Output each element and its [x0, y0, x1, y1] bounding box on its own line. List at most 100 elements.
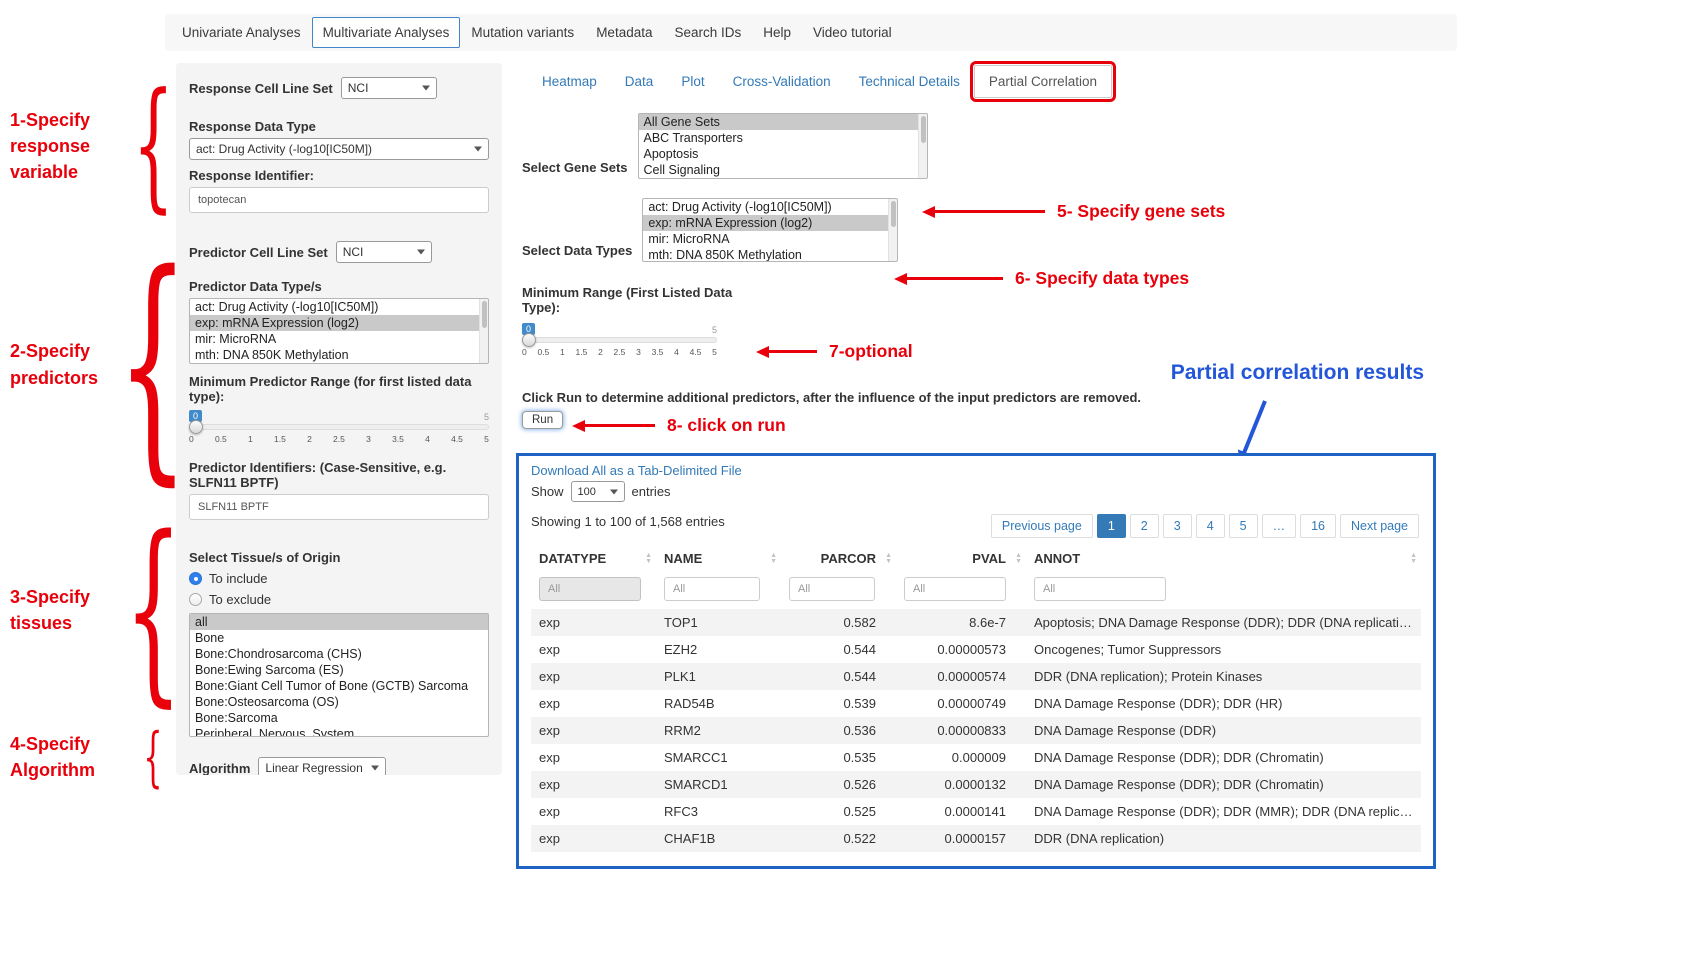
nav-item[interactable]: Video tutorial	[802, 17, 903, 48]
column-header-label: DATATYPE	[539, 551, 606, 566]
result-row[interactable]: exp SMARCD1 0.526 0.0000132 DNA Damage R…	[531, 771, 1421, 798]
sort-icon[interactable]	[885, 553, 892, 565]
run-button[interactable]: Run	[522, 411, 563, 429]
gene-set-option[interactable]: All Gene Sets	[639, 114, 927, 130]
tissue-include-radio[interactable]: To include	[189, 571, 489, 586]
radio-unchecked-icon[interactable]	[189, 593, 202, 606]
tissue-option[interactable]: Bone:Giant Cell Tumor of Bone (GCTB) Sar…	[190, 678, 488, 694]
predictor-data-type-option[interactable]: mir: MicroRNA	[190, 331, 488, 347]
filter-name-input[interactable]	[664, 577, 760, 601]
tissue-exclude-label: To exclude	[209, 592, 271, 607]
page-length-select[interactable]: 100	[571, 481, 625, 502]
pagination-button[interactable]: 3	[1163, 514, 1192, 538]
tissue-option[interactable]: Bone:Ewing Sarcoma (ES)	[190, 662, 488, 678]
result-row[interactable]: exp RRM2 0.536 0.00000833 DNA Damage Res…	[531, 717, 1421, 744]
tissue-option[interactable]: Peripheral_Nervous_System	[190, 726, 488, 737]
filter-parcor-input[interactable]	[789, 577, 875, 601]
response-identifier-input[interactable]	[189, 187, 489, 213]
data-type-option[interactable]: mth: DNA 850K Methylation	[643, 247, 897, 262]
min-range-slider[interactable]: 0 5 00.511.522.533.544.55	[522, 323, 717, 357]
pagination-button[interactable]: 1	[1097, 514, 1126, 538]
response-cell-line-set-select[interactable]: NCI	[341, 77, 437, 99]
gene-set-option[interactable]: ABC Transporters	[639, 130, 927, 146]
tissue-option[interactable]: Bone:Chondrosarcoma (CHS)	[190, 646, 488, 662]
algorithm-select[interactable]: Linear Regression	[258, 757, 386, 775]
predictor-data-type-option[interactable]: mth: DNA 850K Methylation	[190, 347, 488, 363]
pagination-button[interactable]: Next page	[1340, 514, 1419, 538]
gene-set-option[interactable]: Cell Signaling	[639, 162, 927, 178]
result-row[interactable]: exp EZH2 0.544 0.00000573 Oncogenes; Tum…	[531, 636, 1421, 663]
result-row[interactable]: exp RFC3 0.525 0.0000141 DNA Damage Resp…	[531, 798, 1421, 825]
listbox-scrollbar[interactable]	[479, 299, 488, 363]
pagination-button[interactable]: 2	[1130, 514, 1159, 538]
nav-item[interactable]: Univariate Analyses	[171, 17, 312, 48]
results-table: DATATYPE NAME PARCOR PVAL	[531, 543, 1421, 852]
result-row[interactable]: exp PLK1 0.544 0.00000574 DDR (DNA repli…	[531, 663, 1421, 690]
column-header-name[interactable]: NAME	[656, 543, 781, 574]
data-types-listbox[interactable]: act: Drug Activity (-log10[IC50M])exp: m…	[642, 198, 898, 262]
nav-item[interactable]: Multivariate Analyses	[312, 17, 461, 48]
nav-item[interactable]: Mutation variants	[460, 17, 585, 48]
pagination-button[interactable]: 4	[1196, 514, 1225, 538]
tissue-option[interactable]: all	[190, 614, 488, 630]
nav-item[interactable]: Metadata	[585, 17, 663, 48]
predictor-data-type-option[interactable]: act: Drug Activity (-log10[IC50M])	[190, 299, 488, 315]
result-row[interactable]: exp TOP1 0.582 8.6e-7 Apoptosis; DNA Dam…	[531, 609, 1421, 636]
tissue-exclude-radio[interactable]: To exclude	[189, 592, 489, 607]
data-type-option[interactable]: exp: mRNA Expression (log2)	[643, 215, 897, 231]
cell-datatype: exp	[531, 636, 656, 663]
min-predictor-range-slider[interactable]: 0 5 00.511.522.533.544.55	[189, 410, 489, 444]
predictor-cell-line-set-select[interactable]: NCI	[336, 241, 432, 263]
predictor-data-type-option[interactable]: exp: mRNA Expression (log2)	[190, 315, 488, 331]
slider-handle[interactable]	[189, 420, 203, 434]
tab[interactable]: Heatmap	[528, 66, 611, 97]
slider-tick-label: 2	[307, 434, 312, 444]
tab[interactable]: Cross-Validation	[719, 66, 845, 97]
data-type-option[interactable]: act: Drug Activity (-log10[IC50M])	[643, 199, 897, 215]
slider-track[interactable]	[522, 337, 717, 343]
tab[interactable]: Data	[611, 66, 668, 97]
result-row[interactable]: exp SMARCC1 0.535 0.000009 DNA Damage Re…	[531, 744, 1421, 771]
download-link[interactable]: Download All as a Tab-Delimited File	[531, 463, 742, 478]
pagination-button[interactable]: 5	[1229, 514, 1258, 538]
column-header-parcor[interactable]: PARCOR	[781, 543, 896, 574]
data-type-option[interactable]: mir: MicroRNA	[643, 231, 897, 247]
filter-annot-input[interactable]	[1034, 577, 1166, 601]
result-row[interactable]: exp CHAF1B 0.522 0.0000157 DDR (DNA repl…	[531, 825, 1421, 852]
predictor-data-types-listbox[interactable]: act: Drug Activity (-log10[IC50M])exp: m…	[189, 298, 489, 364]
slider-handle[interactable]	[522, 333, 536, 347]
gene-sets-listbox[interactable]: All Gene SetsABC TransportersApoptosisCe…	[638, 113, 928, 179]
tab[interactable]: Plot	[667, 66, 718, 97]
nav-item[interactable]: Search IDs	[663, 17, 752, 48]
tissue-option[interactable]: Bone:Sarcoma	[190, 710, 488, 726]
column-header-pval[interactable]: PVAL	[896, 543, 1026, 574]
listbox-scrollbar[interactable]	[918, 114, 927, 178]
radio-checked-icon[interactable]	[189, 572, 202, 585]
pagination-button[interactable]: …	[1262, 514, 1297, 538]
table-filter-row	[531, 574, 1421, 609]
cell-parcor: 0.536	[781, 717, 896, 744]
column-header-datatype[interactable]: DATATYPE	[531, 543, 656, 574]
tab[interactable]: Partial Correlation	[974, 65, 1112, 98]
tissue-option[interactable]: Bone:Osteosarcoma (OS)	[190, 694, 488, 710]
pagination-button[interactable]: Previous page	[991, 514, 1093, 538]
tissue-listbox[interactable]: allBoneBone:Chondrosarcoma (CHS)Bone:Ewi…	[189, 613, 489, 737]
sort-icon[interactable]	[1015, 553, 1022, 565]
nav-item[interactable]: Help	[752, 17, 802, 48]
tissue-option[interactable]: Bone	[190, 630, 488, 646]
sort-icon[interactable]	[645, 553, 652, 565]
pagination-button[interactable]: 16	[1300, 514, 1336, 538]
tab[interactable]: Technical Details	[845, 66, 974, 97]
sort-icon[interactable]	[1410, 553, 1417, 565]
column-header-annot[interactable]: ANNOT	[1026, 543, 1421, 574]
predictor-identifiers-input[interactable]	[189, 494, 489, 520]
predictor-identifiers-label: Predictor Identifiers: (Case-Sensitive, …	[189, 460, 489, 490]
result-row[interactable]: exp RAD54B 0.539 0.00000749 DNA Damage R…	[531, 690, 1421, 717]
slider-track[interactable]	[189, 424, 489, 430]
sort-icon[interactable]	[770, 553, 777, 565]
response-data-type-select[interactable]: act: Drug Activity (-log10[IC50M])	[189, 138, 489, 160]
filter-pval-input[interactable]	[904, 577, 1006, 601]
filter-datatype-input[interactable]	[539, 577, 641, 601]
gene-set-option[interactable]: Apoptosis	[639, 146, 927, 162]
listbox-scrollbar[interactable]	[888, 199, 897, 261]
